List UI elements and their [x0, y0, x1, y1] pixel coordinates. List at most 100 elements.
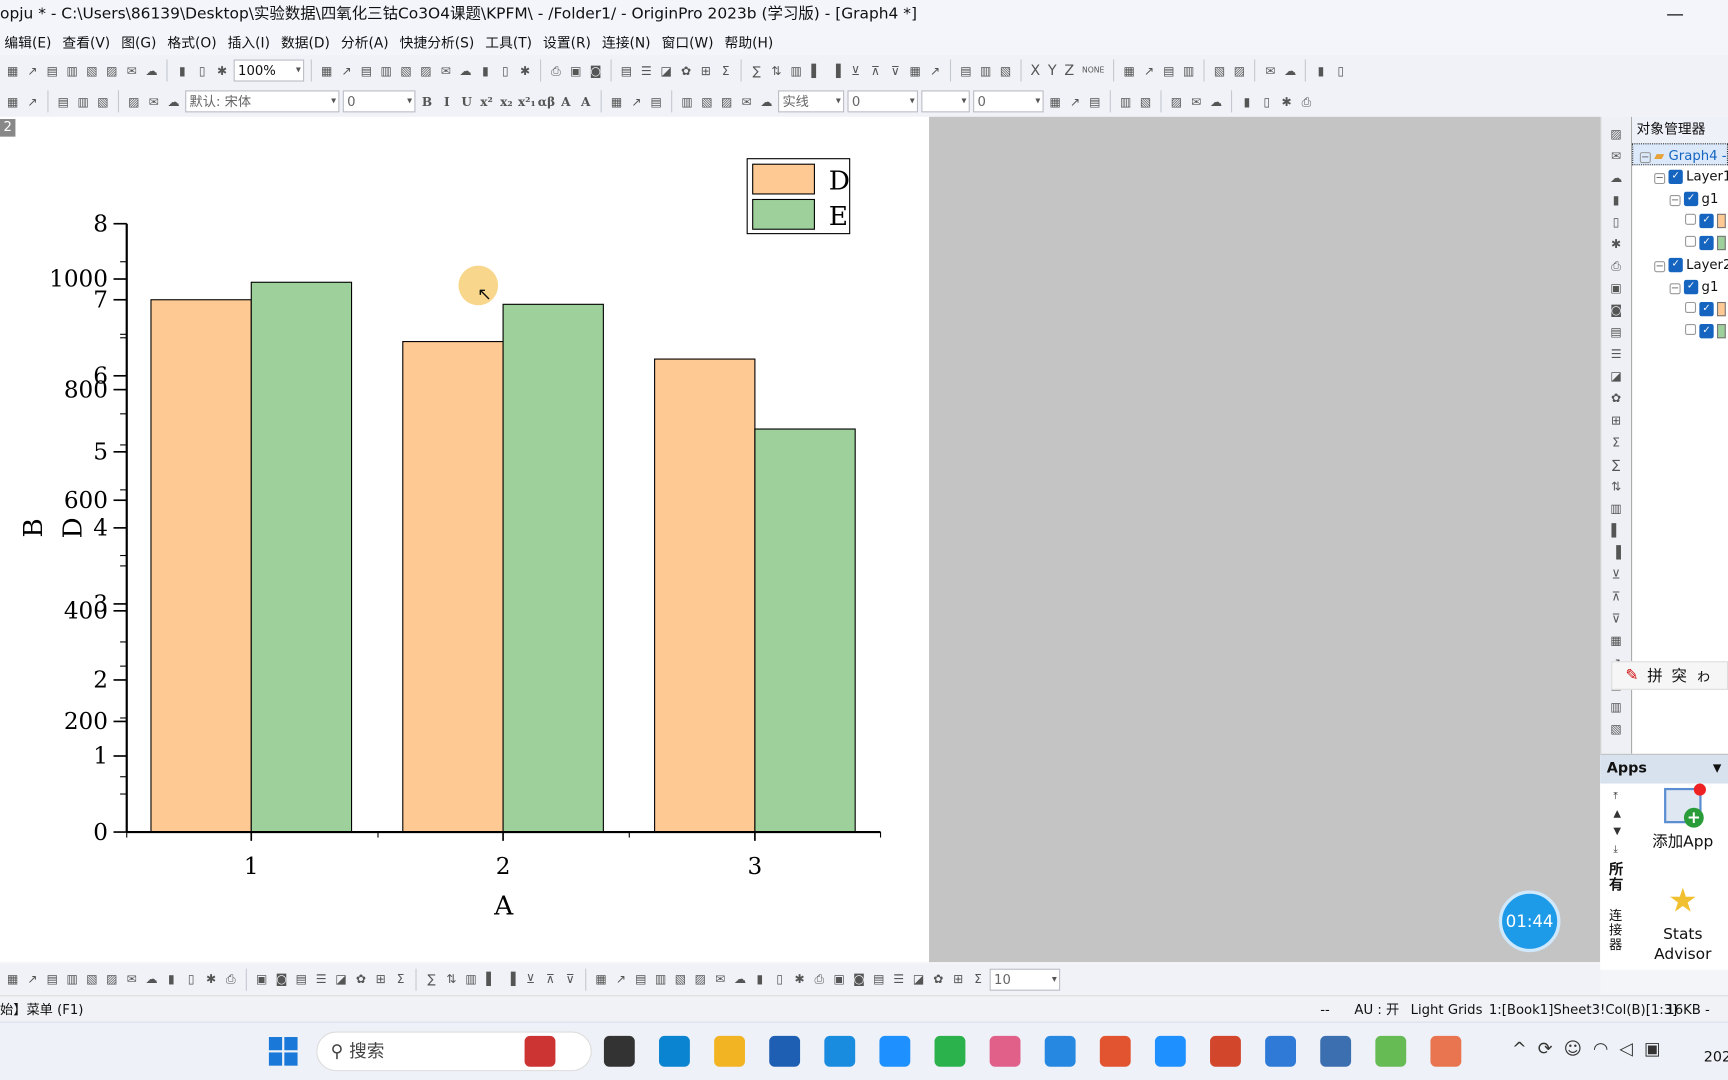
clock[interactable]: 202 [1704, 1049, 1728, 1066]
graph-tool-icon[interactable]: ◪ [1608, 368, 1625, 385]
graph-tool-icon[interactable]: ☰ [1608, 346, 1625, 363]
graph-tool-icon[interactable]: ▯ [1608, 214, 1625, 231]
graph-tool-icon[interactable]: ⊼ [1608, 588, 1625, 605]
toolbar-button-icon[interactable]: ▣ [831, 971, 848, 988]
checkbox[interactable]: ✓ [1699, 323, 1714, 339]
collapse-icon[interactable] [1685, 323, 1697, 336]
collapse-icon[interactable]: − [1639, 152, 1651, 164]
taskbar-app-icon[interactable] [1265, 1035, 1296, 1067]
graph-tool-icon[interactable]: ▣ [1608, 280, 1625, 297]
tree-item[interactable]: − ✓ g1 [1632, 187, 1728, 209]
toolbar-button-icon[interactable]: ▯ [771, 971, 788, 988]
toolbar-button-icon[interactable]: ⊞ [950, 971, 967, 988]
bar-D-1[interactable] [150, 299, 252, 833]
toolbar-button-icon[interactable]: ⎙ [811, 971, 828, 988]
graph-tool-icon[interactable]: ▥ [1608, 500, 1625, 517]
graph-tool-icon[interactable]: ▮ [1608, 192, 1625, 209]
graph-tool-icon[interactable]: ▨ [1608, 126, 1625, 143]
toolbar-button-icon[interactable]: Σ [970, 971, 987, 988]
taskbar-app-icon[interactable] [603, 1035, 635, 1067]
toolbar-button-icon[interactable]: ▥ [64, 971, 81, 988]
toolbar-button-icon[interactable]: ✱ [1278, 93, 1295, 110]
toolbar-button-icon[interactable]: ▦ [593, 971, 610, 988]
toolbar-button-icon[interactable]: ▧ [672, 971, 689, 988]
taskbar-app-icon[interactable] [824, 1035, 856, 1067]
toolbar-button-icon[interactable]: ✉ [1262, 62, 1279, 79]
toolbar-button-icon[interactable]: ☁ [1208, 93, 1225, 110]
axis-column-button-y[interactable]: Y [1046, 62, 1059, 79]
toolbar-button-icon[interactable]: ⎙ [223, 971, 240, 988]
timer-badge[interactable]: 01:44 [1498, 890, 1561, 953]
tree-item[interactable]: − ✓ g1 [1632, 276, 1728, 298]
graph-tool-icon[interactable]: ⊻ [1608, 566, 1625, 583]
graph-tool-icon[interactable]: ☁ [1608, 170, 1625, 187]
axis-column-button-z[interactable]: Z [1062, 62, 1076, 79]
taskbar-app-icon[interactable] [989, 1035, 1021, 1067]
toolbar-button-icon[interactable]: ◙ [851, 971, 868, 988]
bar-E-3[interactable] [754, 428, 856, 833]
axis-column-button-x[interactable]: X [1028, 62, 1042, 79]
bar-E-1[interactable] [250, 281, 353, 833]
toolbar-button-icon[interactable]: ◙ [273, 971, 290, 988]
toolbar-button-icon[interactable]: ▦ [1121, 62, 1138, 79]
toolbar-button-icon[interactable]: ▮ [163, 971, 180, 988]
toolbar-button-icon[interactable]: ⎙ [1298, 93, 1315, 110]
graph-tool-icon[interactable]: ◙ [1608, 302, 1625, 319]
tab-connectors[interactable]: 连接器 [1609, 909, 1629, 952]
windows-start-icon[interactable] [268, 1037, 298, 1066]
taskbar-app-icon[interactable] [1430, 1035, 1462, 1067]
taskbar-app-icon[interactable] [769, 1035, 801, 1067]
taskbar-app-icon[interactable] [524, 1035, 556, 1067]
tree-item[interactable]: ✓ [1632, 298, 1728, 320]
toolbar-button-icon[interactable]: ▯ [1259, 93, 1276, 110]
taskbar-app-icon[interactable] [1210, 1035, 1241, 1067]
graph-tool-icon[interactable]: ▌ [1608, 522, 1625, 539]
graph-tool-icon[interactable]: ▤ [1608, 324, 1625, 341]
taskbar-app-icon[interactable] [879, 1035, 911, 1067]
toolbar-button-icon[interactable]: ▮ [752, 971, 769, 988]
graph-tool-icon[interactable]: ▦ [1608, 633, 1625, 650]
mini-tool[interactable]: ゎ [1696, 665, 1711, 687]
collapse-icon[interactable]: − [1669, 195, 1681, 207]
toolbar-button-icon[interactable]: ▤ [633, 971, 650, 988]
toolbar-button-icon[interactable]: ⊽ [562, 971, 579, 988]
toolbar-button-icon[interactable]: ✱ [791, 971, 808, 988]
toolbar-button-icon[interactable]: ▨ [104, 971, 121, 988]
toolbar-button-icon[interactable]: ▦ [1047, 93, 1064, 110]
graph-tool-icon[interactable]: ⇅ [1608, 478, 1625, 495]
toolbar-button-icon[interactable]: ▨ [692, 971, 709, 988]
toolbar-button-icon[interactable]: ◪ [333, 971, 350, 988]
toolbar-button-icon[interactable]: ◪ [910, 971, 927, 988]
collapse-icon[interactable]: − [1654, 261, 1666, 273]
axis-column-button-none[interactable]: NONE [1080, 62, 1107, 79]
checkbox[interactable]: ✓ [1683, 191, 1699, 207]
toolbar-button-icon[interactable]: ▮ [1239, 93, 1256, 110]
toolbar-button-icon[interactable]: ▤ [871, 971, 888, 988]
graph-tool-icon[interactable]: ✱ [1608, 236, 1625, 253]
toolbar-button-icon[interactable]: ▧ [1211, 62, 1228, 79]
toolbar-button-icon[interactable]: ☁ [143, 971, 160, 988]
collapse-icon[interactable] [1685, 301, 1697, 313]
checkbox[interactable]: ✓ [1683, 279, 1699, 295]
bar-D-3[interactable] [654, 358, 756, 833]
toolbar-button-icon[interactable]: ↗ [24, 971, 41, 988]
scroll-arrows[interactable]: ⤒ ▲ ▼ ⤓ [1613, 788, 1621, 859]
toolbar-button-icon[interactable]: ↗ [927, 62, 944, 79]
toolbar-button-icon[interactable]: ▐ [503, 971, 520, 988]
toolbar-button-icon[interactable]: ▣ [253, 971, 270, 988]
taskbar-app-icon[interactable] [1375, 1035, 1407, 1067]
mini-tool[interactable]: 突 [1672, 665, 1687, 687]
toolbar-button-icon[interactable]: ✉ [712, 971, 729, 988]
taskbar-app-icon[interactable] [1154, 1035, 1186, 1067]
toolbar-button-icon[interactable]: ✉ [1188, 93, 1205, 110]
graph-tool-icon[interactable]: ▐ [1608, 544, 1625, 561]
graph-tool-icon[interactable]: ✉ [1608, 148, 1625, 165]
taskbar-app-icon[interactable] [659, 1035, 690, 1067]
graph-tool-icon[interactable]: ⊽ [1608, 611, 1625, 628]
checkbox[interactable]: ✓ [1699, 301, 1714, 317]
collapse-icon[interactable] [1685, 235, 1697, 247]
graph-tool-icon[interactable]: ⊞ [1608, 412, 1625, 429]
tree-item[interactable]: ✓ [1632, 209, 1728, 231]
toolbar-button-icon[interactable]: ▮ [1313, 62, 1330, 79]
toolbar-button-icon[interactable]: ▦ [4, 971, 21, 988]
